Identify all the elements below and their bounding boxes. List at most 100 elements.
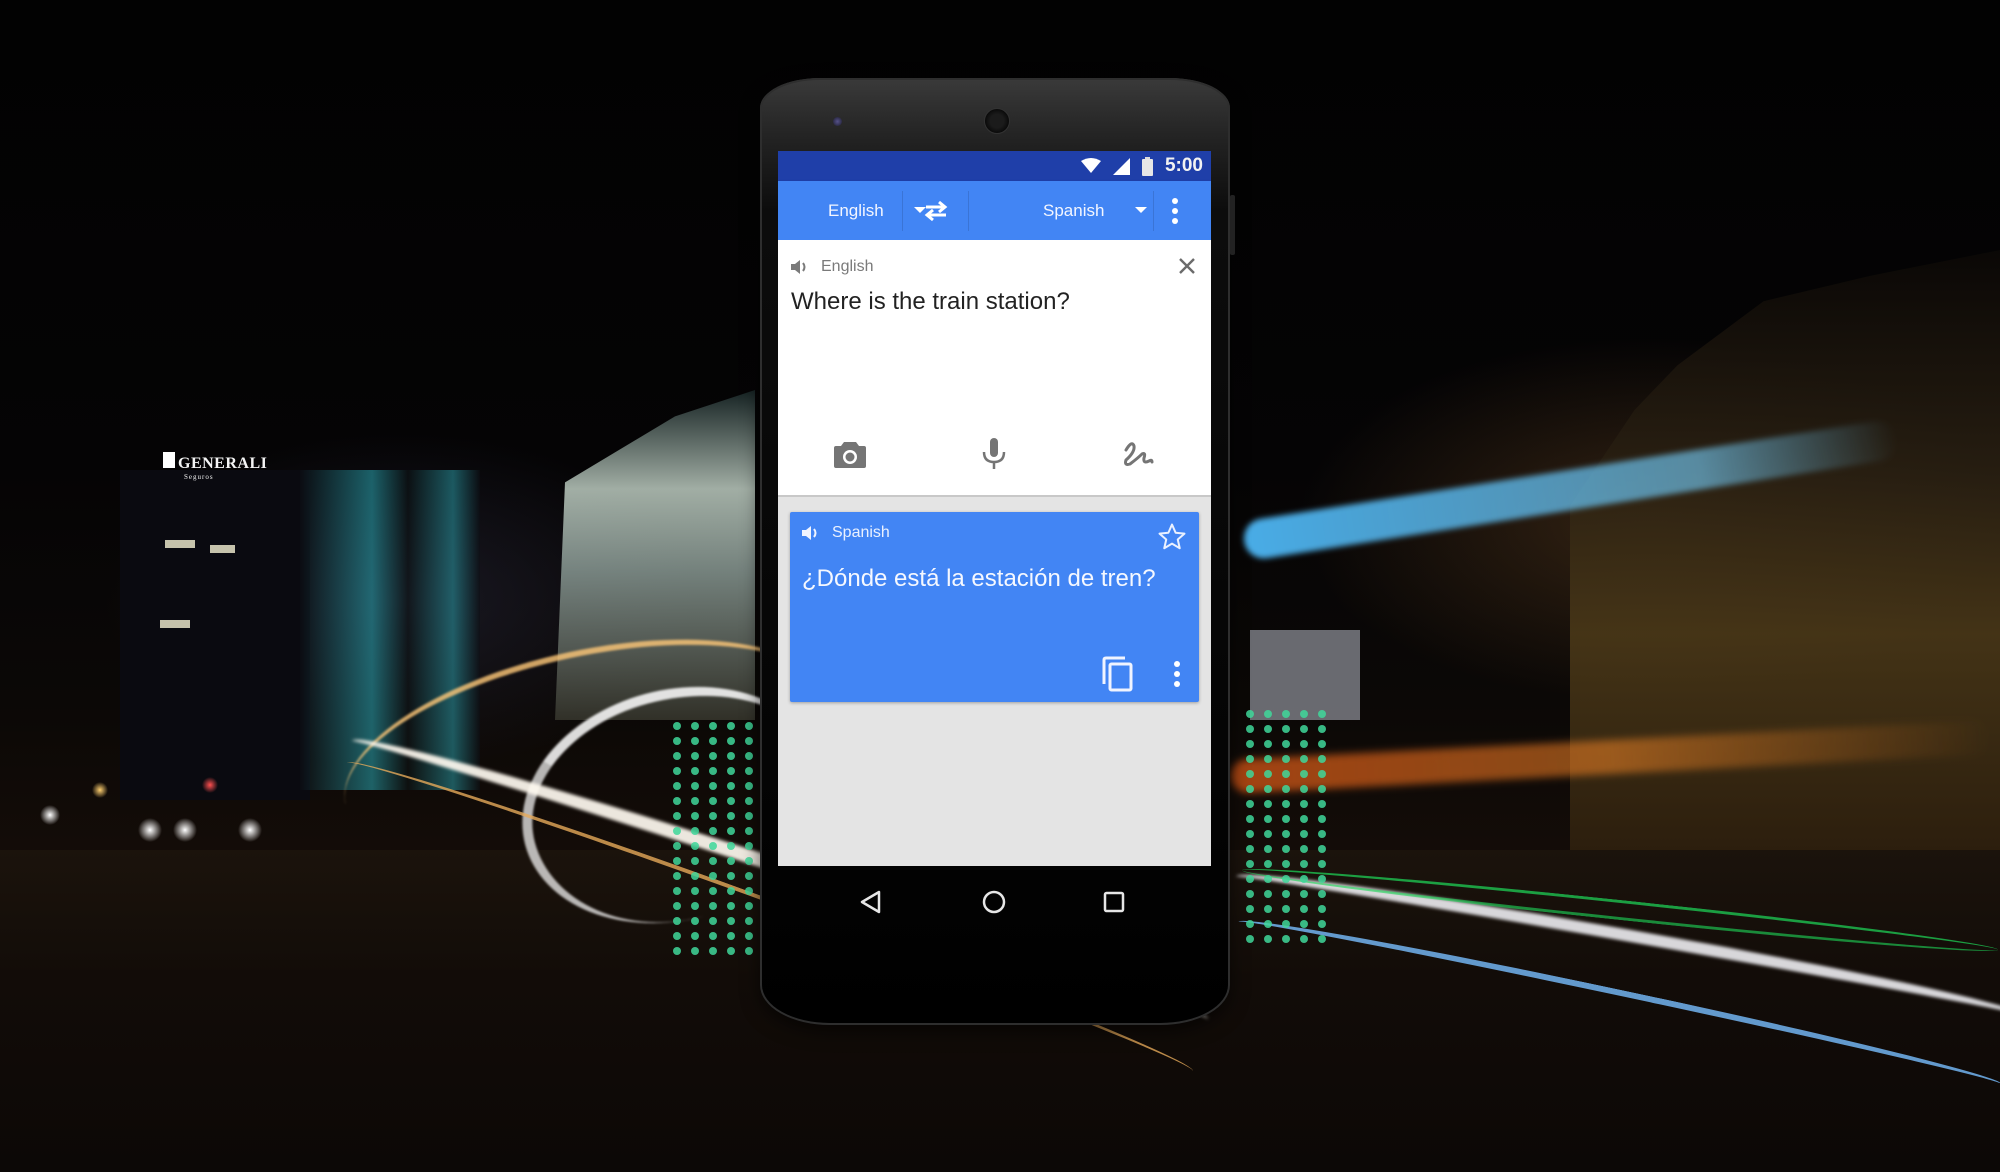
divider [902,191,903,231]
voice-input-button[interactable] [976,436,1012,472]
dot [727,812,735,820]
star-outline-icon[interactable] [1157,522,1187,552]
generali-logo [163,452,175,468]
volume-icon[interactable] [802,525,820,541]
dot [673,842,681,850]
dot [1264,770,1272,778]
source-text[interactable]: Where is the train station? [791,288,1070,316]
dot [1282,800,1290,808]
volume-icon[interactable] [791,259,809,275]
divider [968,191,969,231]
building-window [165,540,195,548]
translation-card[interactable]: Spanish ¿Dónde está la estación de tren? [790,512,1199,702]
back-icon [860,890,881,914]
dot [673,722,681,730]
dot [1318,905,1326,913]
dot [1264,710,1272,718]
more-vert-icon[interactable] [1157,654,1197,694]
dot [1318,920,1326,928]
handwriting-input-button[interactable] [1120,436,1156,472]
home-button[interactable] [976,884,1012,920]
dot [1282,710,1290,718]
copy-icon[interactable] [1101,656,1135,692]
dot [1282,875,1290,883]
dot [1282,770,1290,778]
dot [709,842,717,850]
building-window [160,620,190,628]
dot [727,917,735,925]
dot [709,812,717,820]
dot [691,842,699,850]
dot [1264,920,1272,928]
dot [1264,905,1272,913]
dot [745,902,753,910]
dot [1318,725,1326,733]
source-header: English [791,258,873,276]
dot [1282,845,1290,853]
dot [1264,815,1272,823]
dot [1300,725,1308,733]
dot [745,722,753,730]
dot [691,932,699,940]
status-bar: 5:00 [778,151,1211,181]
dot [673,902,681,910]
dot [727,797,735,805]
handwriting-icon [1124,442,1154,466]
dot [1246,785,1254,793]
dot [1282,860,1290,868]
dot [1282,755,1290,763]
input-tools [778,430,1211,474]
dot [691,827,699,835]
target-language-selector[interactable]: Spanish [1043,181,1104,240]
dot [745,917,753,925]
dot [709,887,717,895]
phone-screen: 5:00 English Spanish English Where is th… [778,151,1211,866]
dot [691,722,699,730]
dot [1264,890,1272,898]
dot [709,872,717,880]
more-vert-icon[interactable] [1155,191,1195,231]
close-icon[interactable] [1175,254,1199,278]
dot [673,917,681,925]
dot [1300,740,1308,748]
dot [709,947,717,955]
dot [1246,860,1254,868]
microphone-icon [982,438,1006,469]
building-window [210,545,235,553]
dot [673,752,681,760]
dot [1264,800,1272,808]
distant-building [1250,630,1360,720]
dot [727,767,735,775]
dot [673,932,681,940]
dot [691,947,699,955]
target-language-dropdown-icon[interactable] [1135,207,1147,213]
dot [1246,875,1254,883]
camera-input-button[interactable] [832,436,868,472]
dot [691,902,699,910]
dot [1264,740,1272,748]
recents-icon [1103,891,1125,913]
dot [1300,815,1308,823]
dot [709,767,717,775]
dot [1246,800,1254,808]
dot-pattern-left [673,722,763,962]
dot [1318,875,1326,883]
dot [1246,710,1254,718]
dot [1318,860,1326,868]
dot [1246,890,1254,898]
recents-button[interactable] [1096,884,1132,920]
dot [691,782,699,790]
source-language-selector[interactable]: English [828,181,884,240]
dot [745,827,753,835]
swap-languages-button[interactable] [908,195,964,227]
back-button[interactable] [852,884,888,920]
dot [673,872,681,880]
dot [1300,770,1308,778]
dot [673,827,681,835]
dot [1246,830,1254,838]
dot [1264,935,1272,943]
target-language-label: Spanish [1043,200,1105,220]
source-input-panel[interactable]: English Where is the train station? [778,240,1211,497]
earpiece-speaker [984,108,1010,134]
source-language-name: English [821,258,874,275]
